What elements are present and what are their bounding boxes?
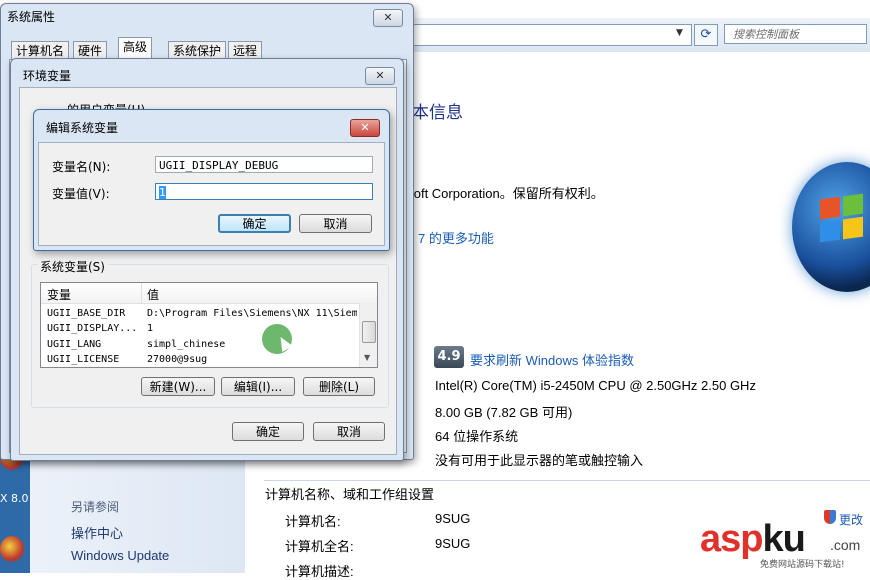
table-row-value[interactable]: 1 (147, 323, 153, 334)
close-button[interactable]: ✕ (373, 9, 403, 27)
processor-value: Intel(R) Core(TM) i5-2450M CPU @ 2.50GHz… (435, 378, 756, 393)
full-name-value: 9SUG (435, 536, 471, 551)
table-row-value[interactable]: D:\Program Files\Siemens\NX 11\Siemens\N… (147, 308, 357, 319)
copyright-text: osoft Corporation。保留所有权利。 (400, 186, 604, 201)
description-label: 计算机描述: (285, 564, 354, 579)
watermark-subtitle: 免费网站源码下载站! (760, 560, 845, 570)
edit-system-variable-dialog: 编辑系统变量 ✕ 变量名(N): UGII_DISPLAY_DEBUG 变量值(… (33, 109, 390, 251)
dialog-title: 环境变量 (23, 69, 72, 83)
full-name-label: 计算机全名: (285, 539, 354, 554)
table-row-name[interactable]: UGII_BASE_DIR (47, 308, 125, 319)
scrollbar-thumb[interactable] (362, 321, 376, 343)
desktop-icon-label: X 8.0 (0, 492, 29, 505)
see-also-title: 另请参阅 (71, 500, 120, 514)
delete-button[interactable]: 删除(L) (303, 377, 375, 396)
computer-name-label: 计算机名: (285, 514, 341, 529)
memory-value: 8.00 GB (7.82 GB 可用) (435, 405, 573, 420)
variable-name-label: 变量名(N): (52, 160, 111, 174)
more-features-link[interactable]: 7 的更多功能 (418, 228, 494, 247)
column-header-value[interactable]: 值 (147, 286, 159, 303)
see-also-windows-update[interactable]: Windows Update (71, 548, 169, 563)
watermark-com: .com (830, 537, 861, 553)
cancel-button[interactable]: 取消 (299, 214, 372, 233)
edit-button[interactable]: 编辑(I)... (221, 377, 295, 396)
table-row-name[interactable]: UGII_LANG (47, 339, 101, 350)
change-settings-link[interactable]: 更改 (839, 511, 863, 528)
table-row-name[interactable]: UGII_DISPLAY... (47, 323, 137, 334)
table-row-value[interactable]: 27000@9sug (147, 354, 207, 365)
tab-advanced[interactable]: 高级 (118, 37, 153, 60)
experience-index-badge[interactable]: 4.9 (434, 346, 464, 368)
refresh-icon[interactable]: ⟳ (694, 24, 718, 46)
address-dropdown-icon[interactable]: ▼ (676, 28, 683, 38)
variable-value-field[interactable]: 1 (155, 183, 373, 200)
list-header (41, 283, 377, 304)
close-icon: ✕ (360, 121, 370, 134)
close-icon: ✕ (375, 69, 385, 82)
pen-touch-value: 没有可用于此显示器的笔或触控输入 (435, 453, 644, 468)
close-icon: ✕ (383, 11, 393, 24)
address-bar[interactable] (405, 24, 692, 46)
nx-app-icon-2[interactable] (0, 536, 24, 562)
close-button[interactable]: ✕ (350, 119, 380, 137)
search-input[interactable]: 搜索控制面板 (724, 24, 867, 44)
cancel-button[interactable]: 取消 (313, 422, 385, 441)
section-title: 计算机名称、域和工作组设置 (265, 487, 435, 502)
variable-value-text: 1 (159, 186, 166, 199)
watermark-asp: asp (700, 518, 763, 560)
scrollbar[interactable]: ▼ (359, 303, 377, 367)
ok-button[interactable]: 确定 (232, 422, 304, 441)
page-title: 本信息 (412, 103, 463, 122)
table-row-name[interactable]: UGII_LICENSE (47, 354, 119, 365)
column-header-variable[interactable]: 变量 (47, 286, 71, 303)
computer-name-value: 9SUG (435, 511, 471, 526)
table-row-value[interactable]: simpl_chinese (147, 339, 225, 350)
system-vars-label: 系统变量(S) (37, 258, 108, 275)
system-vars-list[interactable]: 变量 值 UGII_BASE_DIR D:\Program Files\Siem… (40, 282, 378, 368)
watermark-logo: aspku (700, 518, 806, 561)
system-type-value: 64 位操作系统 (435, 429, 519, 444)
variable-name-field[interactable]: UGII_DISPLAY_DEBUG (155, 156, 373, 173)
close-button[interactable]: ✕ (365, 67, 395, 85)
scroll-down-icon[interactable]: ▼ (364, 353, 370, 362)
new-button[interactable]: 新建(W)... (141, 377, 215, 396)
dialog-title: 系统属性 (7, 10, 56, 24)
column-divider (141, 283, 142, 303)
dialog-title: 编辑系统变量 (46, 121, 119, 135)
refresh-score-link[interactable]: 要求刷新 Windows 体验指数 (470, 350, 634, 369)
variable-value-label: 变量值(V): (52, 187, 110, 201)
shield-icon (824, 510, 836, 524)
ok-button[interactable]: 确定 (218, 214, 291, 233)
see-also-action-center[interactable]: 操作中心 (71, 523, 123, 542)
watermark-ku: ku (762, 518, 805, 560)
section-divider (264, 480, 870, 481)
